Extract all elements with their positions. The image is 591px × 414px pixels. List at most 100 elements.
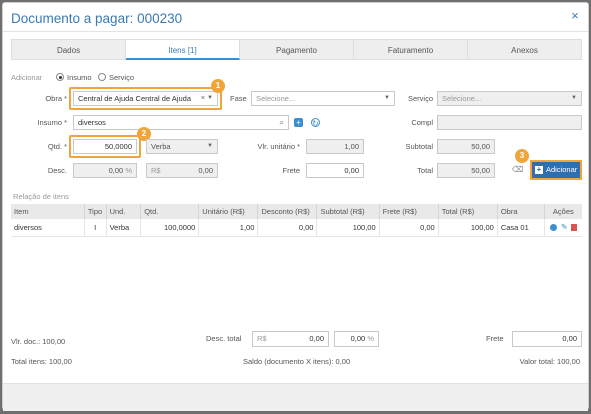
fase-label: Fase bbox=[230, 94, 247, 103]
fase-placeholder: Selecione... bbox=[256, 94, 296, 103]
frete-label: Frete bbox=[282, 166, 300, 175]
tab-anexos[interactable]: Anexos bbox=[468, 39, 582, 60]
col-item: Item bbox=[11, 204, 85, 219]
refresh-icon[interactable]: ↻ bbox=[311, 118, 320, 128]
desc-total-rs-value: 0,00 bbox=[309, 334, 324, 343]
currency-symbol: R$ bbox=[257, 334, 267, 343]
desc-rs-value: 0,00 bbox=[198, 166, 213, 175]
percent-symbol: % bbox=[125, 166, 132, 175]
desc-total-rs-input[interactable]: R$ 0,00 bbox=[252, 331, 329, 347]
vlr-unitario-input[interactable]: 1,00 bbox=[306, 139, 364, 154]
chevron-down-icon: ▼ bbox=[571, 95, 577, 101]
compl-input[interactable] bbox=[437, 115, 582, 130]
total-label: Total bbox=[417, 166, 433, 175]
tab-pagamento[interactable]: Pagamento bbox=[240, 39, 354, 60]
tab-dados[interactable]: Dados bbox=[11, 39, 126, 60]
insumo-radio[interactable] bbox=[56, 73, 64, 81]
insumo-input[interactable]: diversos ⌕ bbox=[73, 115, 289, 130]
unidade-value: Verba bbox=[151, 142, 171, 151]
cell-obra: Casa 01 bbox=[497, 219, 545, 237]
saldo-text: Saldo (documento X itens): 0,00 bbox=[243, 357, 351, 366]
close-icon[interactable]: × bbox=[568, 9, 582, 23]
unidade-select[interactable]: Verba ▼ bbox=[146, 139, 218, 154]
tab-faturamento[interactable]: Faturamento bbox=[354, 39, 468, 60]
frete-total-input[interactable]: 0,00 bbox=[512, 331, 582, 347]
desc-pct-input[interactable]: 0,00 % bbox=[73, 163, 137, 178]
col-subtotal: Subtotal (R$) bbox=[316, 204, 380, 219]
tab-itens[interactable]: Itens [1] bbox=[126, 39, 240, 60]
callout-highlight-qtd bbox=[69, 135, 141, 158]
servico-radio[interactable] bbox=[98, 73, 106, 81]
vlr-doc-text: Vlr. doc.: 100,00 bbox=[11, 337, 66, 346]
plus-icon: + bbox=[535, 165, 543, 174]
callout-badge-3: 3 bbox=[515, 149, 529, 163]
col-obra: Obra bbox=[497, 204, 545, 219]
cell-total: 100,00 bbox=[438, 219, 498, 237]
fase-select[interactable]: Selecione... ▼ bbox=[251, 91, 395, 106]
add-insumo-icon[interactable]: + bbox=[294, 118, 303, 127]
documento-modal: Documento a pagar: 000230 × Dados Itens … bbox=[2, 2, 589, 411]
servico-select[interactable]: Selecione... ▼ bbox=[437, 91, 582, 106]
trash-icon[interactable] bbox=[570, 224, 577, 231]
table-header-row: Item Tipo Und. Qtd. Unitário (R$) Descon… bbox=[11, 204, 582, 219]
callout-highlight-obra bbox=[69, 87, 222, 110]
vlr-unitario-label: Vlr. unitário * bbox=[257, 142, 300, 151]
servico-placeholder: Selecione... bbox=[442, 94, 482, 103]
callout-badge-1: 1 bbox=[211, 79, 225, 93]
frete-input[interactable]: 0,00 bbox=[306, 163, 364, 178]
desc-total-pct-value: 0,00 bbox=[350, 334, 366, 343]
adicionar-label: Adicionar bbox=[11, 73, 43, 82]
col-qtd: Qtd. bbox=[140, 204, 200, 219]
compl-label: Compl bbox=[411, 118, 433, 127]
search-icon[interactable]: ⌕ bbox=[280, 116, 284, 129]
desc-label: Desc. bbox=[47, 166, 67, 175]
cell-qtd: 100,0000 bbox=[140, 219, 200, 237]
frete-total-label: Frete bbox=[486, 334, 504, 343]
insumo-option-label: Insumo bbox=[67, 73, 92, 82]
cell-desconto: 0,00 bbox=[257, 219, 318, 237]
cell-subtotal: 100,00 bbox=[316, 219, 380, 237]
valor-total-text: Valor total: 100,00 bbox=[519, 357, 580, 366]
insumo-value: diversos bbox=[78, 118, 106, 127]
total-value: 50,00 bbox=[437, 163, 495, 178]
chevron-down-icon: ▼ bbox=[384, 95, 390, 101]
adicionar-button-label: Adicionar bbox=[546, 165, 578, 174]
col-desconto: Desconto (R$) bbox=[257, 204, 318, 219]
chevron-down-icon: ▼ bbox=[207, 143, 213, 149]
col-total: Total (R$) bbox=[438, 204, 498, 219]
items-table: Item Tipo Und. Qtd. Unitário (R$) Descon… bbox=[11, 204, 582, 237]
items-section-label: Relação de itens bbox=[13, 192, 69, 201]
adicionar-button[interactable]: + Adicionar bbox=[530, 160, 582, 180]
title-divider bbox=[3, 31, 588, 32]
qtd-label: Qtd. * bbox=[47, 142, 67, 151]
percent-symbol: % bbox=[367, 334, 374, 343]
cell-unitario: 1,00 bbox=[198, 219, 259, 237]
desc-rs-input[interactable]: R$ 0,00 bbox=[146, 163, 218, 178]
col-unitario: Unitário (R$) bbox=[198, 204, 259, 219]
total-itens-text: Total itens: 100,00 bbox=[11, 357, 72, 366]
col-tipo: Tipo bbox=[84, 204, 107, 219]
cell-item: diversos bbox=[11, 219, 85, 237]
cell-acoes: ✎ bbox=[544, 219, 582, 237]
desc-pct-value: 0,00 bbox=[108, 166, 124, 175]
currency-symbol: R$ bbox=[151, 166, 161, 175]
servico-label: Serviço bbox=[407, 94, 433, 103]
insumo-label: Insumo * bbox=[37, 118, 67, 127]
desc-total-pct-input[interactable]: 0,00 % bbox=[334, 331, 379, 347]
col-frete: Frete (R$) bbox=[379, 204, 439, 219]
servico-option-label: Serviço bbox=[109, 73, 135, 82]
modal-footer-bar bbox=[3, 383, 588, 411]
edit-icon[interactable]: ✎ bbox=[561, 223, 568, 232]
subtotal-value: 50,00 bbox=[437, 139, 495, 154]
tab-bar: Dados Itens [1] Pagamento Faturamento An… bbox=[11, 39, 582, 60]
desc-total-label: Desc. total bbox=[206, 334, 242, 343]
info-icon[interactable] bbox=[549, 224, 557, 231]
obra-label: Obra * bbox=[45, 94, 67, 103]
table-row[interactable]: diversos I Verba 100,0000 1,00 0,00 100,… bbox=[11, 219, 582, 237]
cell-frete: 0,00 bbox=[379, 219, 439, 237]
cell-und: Verba bbox=[106, 219, 142, 237]
eraser-icon[interactable]: ⌫ bbox=[512, 165, 523, 174]
subtotal-label: Subtotal bbox=[405, 142, 433, 151]
col-und: Und. bbox=[106, 204, 142, 219]
col-acoes: Ações bbox=[544, 204, 582, 219]
